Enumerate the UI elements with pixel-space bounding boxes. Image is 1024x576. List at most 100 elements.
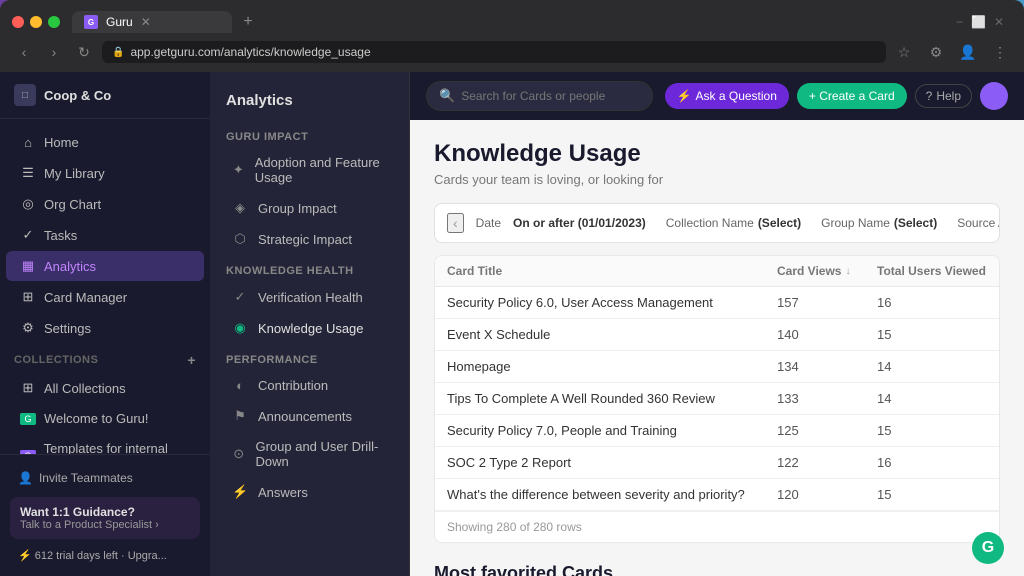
main-area: 🔍 Search for Cards or people ⚡ Ask a Que… [410,72,1024,576]
filter-date-label: Date [476,216,501,230]
sidebar-item-org-chart[interactable]: ◎ Org Chart [6,189,204,219]
window-close-icon[interactable]: ✕ [994,15,1004,29]
mega-item-knowledge-usage[interactable]: ◉ Knowledge Usage [216,313,403,343]
mega-item-answers[interactable]: ⚡ Answers [216,477,403,507]
minimize-btn[interactable] [30,16,42,28]
sidebar-item-my-library[interactable]: ☰ My Library [6,158,204,188]
sidebar-item-card-manager[interactable]: ⊞ Card Manager [6,282,204,312]
drill-down-icon: ⊙ [232,446,245,462]
close-btn[interactable] [12,16,24,28]
sidebar-item-all-collections[interactable]: ⊞ All Collections [6,373,204,403]
col-card-views[interactable]: Card Views ↓ [777,264,877,278]
row-5-views: 122 [777,455,877,470]
browser-nav: ‹ › ↻ 🔒 app.getguru.com/analytics/knowle… [0,36,1024,72]
group-impact-icon: ◈ [232,200,248,216]
sidebar-item-tasks[interactable]: ✓ Tasks [6,220,204,250]
filter-prev-btn[interactable]: ‹ [447,213,464,233]
mega-item-strategic-impact[interactable]: ⬡ Strategic Impact [216,224,403,254]
guidance-card[interactable]: Want 1:1 Guidance? Talk to a Product Spe… [10,497,200,539]
search-bar[interactable]: 🔍 Search for Cards or people [426,81,653,111]
table-row[interactable]: SOC 2 Type 2 Report 122 16 [435,447,999,479]
mega-item-contribution[interactable]: ◐ Contribution [216,371,403,400]
row-4-views: 125 [777,423,877,438]
mega-item-verification-health[interactable]: ✓ Verification Health [216,282,403,312]
sidebar-item-analytics[interactable]: ▦ Analytics [6,251,204,281]
row-1-views: 140 [777,327,877,342]
maximize-btn[interactable] [48,16,60,28]
contribution-label: Contribution [258,378,328,393]
table-row[interactable]: Security Policy 7.0, People and Training… [435,415,999,447]
mega-item-group-impact[interactable]: ◈ Group Impact [216,193,403,223]
sidebar-item-templates-label: Templates for internal co... [44,441,190,454]
knowledge-usage-table: Card Title Card Views ↓ Total Users View… [434,255,1000,543]
filter-group-value: (Select) [894,216,937,230]
table-row[interactable]: Homepage 134 14 [435,351,999,383]
table-row[interactable]: Tips To Complete A Well Rounded 360 Revi… [435,383,999,415]
more-icon[interactable]: ⋮ [988,40,1012,64]
profile-icon[interactable]: 👤 [956,40,980,64]
mega-item-group-user-drill[interactable]: ⊙ Group and User Drill-Down [216,432,403,476]
sidebar-item-welcome-guru[interactable]: G Welcome to Guru! [6,404,204,433]
tab-close-icon[interactable]: ✕ [141,15,151,29]
reload-btn[interactable]: ↻ [72,40,96,64]
table-row[interactable]: Event X Schedule 140 15 [435,319,999,351]
filter-collection[interactable]: Collection Name (Select) [658,212,809,234]
invite-teammates-btn[interactable]: 👤 Invite Teammates [10,465,200,491]
row-6-title: What's the difference between severity a… [447,487,777,502]
mega-item-announcements[interactable]: ⚑ Announcements [216,401,403,431]
row-2-title: Homepage [447,359,777,374]
active-tab[interactable]: G Guru ✕ [72,11,232,33]
forward-btn[interactable]: › [42,40,66,64]
lightning-ask-icon: ⚡ [677,89,692,103]
sidebar-item-home[interactable]: ⌂ Home [6,128,204,157]
row-1-users: 15 [877,327,987,342]
trial-text: 612 trial days left · Upgra... [35,550,167,562]
row-5-title: SOC 2 Type 2 Report [447,455,777,470]
guidance-title: Want 1:1 Guidance? [20,505,190,519]
guru-impact-group-title: Guru Impact [210,121,409,147]
sidebar-header: □ Coop & Co [0,72,210,119]
filter-group[interactable]: Group Name (Select) [813,212,945,234]
sidebar-item-settings[interactable]: ⚙ Settings [6,313,204,343]
add-collection-btn[interactable]: + [187,352,196,368]
new-tab-btn[interactable]: + [236,10,260,34]
guru-floating-icon[interactable]: G [972,532,1004,564]
row-5-users: 16 [877,455,987,470]
filter-collection-value: (Select) [758,216,801,230]
filter-group-label: Group Name [821,216,890,230]
topbar-actions: ⚡ Ask a Question + Create a Card ? Help [665,82,1008,110]
card-manager-icon: ⊞ [20,289,36,305]
library-icon: ☰ [20,165,36,181]
org-logo: □ [14,84,36,106]
filter-source-app[interactable]: Source Application (Select) [949,212,1000,234]
sidebar-item-org-chart-label: Org Chart [44,197,101,212]
back-btn[interactable]: ‹ [12,40,36,64]
filter-date-value: On or after (01/01/2023) [513,216,646,230]
filter-date[interactable]: Date On or after (01/01/2023) [468,212,654,234]
sidebar-item-templates[interactable]: G Templates for internal co... [6,434,204,454]
performance-group-title: Performance [210,344,409,370]
bookmark-icon[interactable]: ☆ [892,40,916,64]
group-user-drill-label: Group and User Drill-Down [255,439,387,469]
nav-actions: ☆ ⚙ 👤 ⋮ [892,40,1012,64]
favorited-section-title: Most favorited Cards [434,563,1000,576]
mega-item-adoption[interactable]: ✦ Adoption and Feature Usage [216,148,403,192]
extensions-icon[interactable]: ⚙ [924,40,948,64]
table-row[interactable]: What's the difference between severity a… [435,479,999,511]
window-restore-icon[interactable]: ⬜ [971,15,986,29]
filter-collection-label: Collection Name [666,216,754,230]
window-minimize-icon[interactable]: − [956,15,963,29]
filter-bar-wrapper: ‹ Date On or after (01/01/2023) Collecti… [434,203,1000,243]
help-btn[interactable]: ? Help [915,84,972,108]
table-row[interactable]: Security Policy 6.0, User Access Managem… [435,287,999,319]
user-avatar[interactable] [980,82,1008,110]
welcome-guru-icon: G [20,413,36,425]
ask-question-btn[interactable]: ⚡ Ask a Question [665,83,789,109]
collections-section-header: Collections + [0,344,210,372]
sidebar-item-analytics-label: Analytics [44,259,96,274]
address-bar[interactable]: 🔒 app.getguru.com/analytics/knowledge_us… [102,41,886,63]
sidebar-footer: 👤 Invite Teammates Want 1:1 Guidance? Ta… [0,454,210,576]
knowledge-health-group-title: Knowledge Health [210,255,409,281]
adoption-icon: ✦ [232,162,245,178]
create-card-btn[interactable]: + Create a Card [797,83,907,109]
